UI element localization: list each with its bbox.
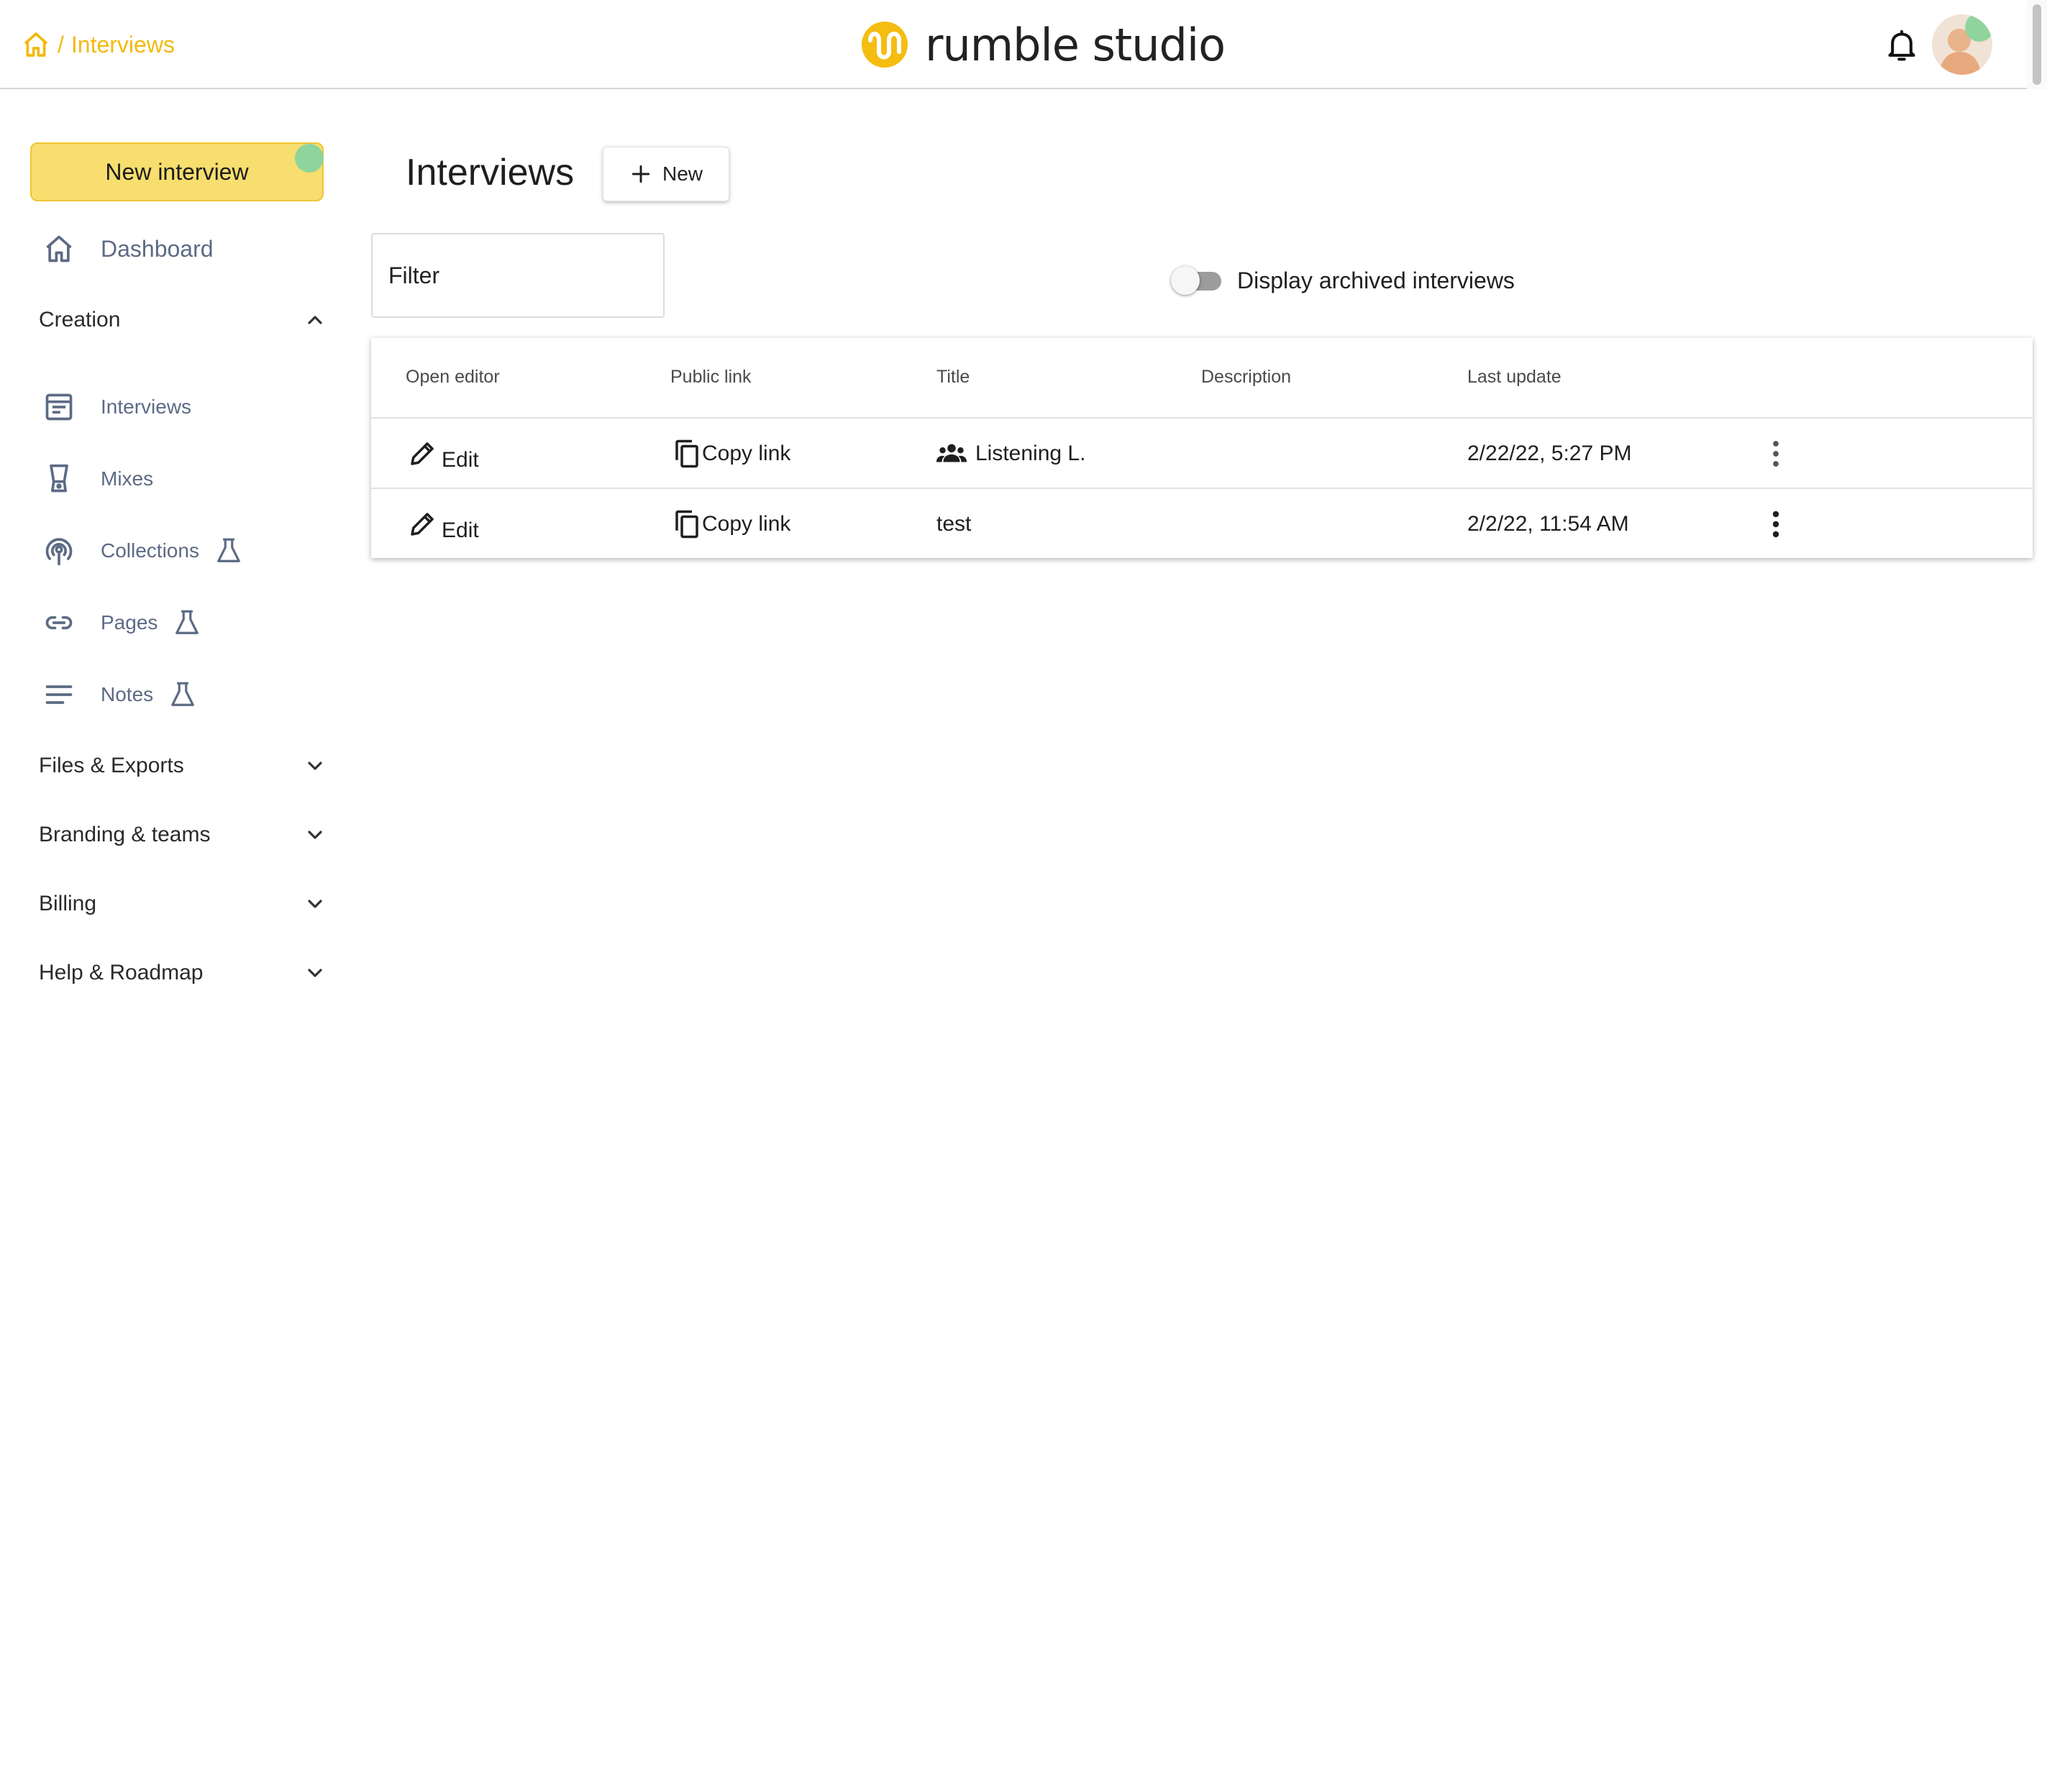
new-interview-button[interactable]: New interview [30, 142, 324, 201]
bell-icon[interactable] [1886, 29, 1918, 63]
more-vertical-icon [1773, 441, 1779, 467]
new-button-label: New [662, 163, 703, 185]
sidebar-item-label: Dashboard [101, 235, 214, 262]
copy-icon [675, 510, 698, 539]
section-label: Files & Exports [39, 754, 184, 777]
sidebar-item-collections[interactable]: Collections [43, 535, 242, 567]
sidebar-item-notes[interactable]: Notes [43, 679, 196, 710]
last-update-cell: 2/22/22, 5:27 PM [1467, 442, 1632, 465]
row-menu-button[interactable] [1761, 489, 1791, 559]
column-header-open-editor: Open editor [406, 367, 500, 387]
archived-toggle[interactable] [1171, 266, 1224, 295]
title-cell: Listening L. [935, 419, 1085, 489]
last-update-cell: 2/2/22, 11:54 AM [1467, 512, 1629, 536]
pencil-icon [411, 513, 434, 536]
copy-link-label: Copy link [702, 442, 791, 465]
breadcrumb: / Interviews [22, 26, 175, 63]
pencil-icon [411, 442, 434, 465]
sidebar-item-label: Mixes [101, 467, 154, 490]
notification-dot [295, 144, 324, 173]
podcast-icon [45, 538, 73, 566]
edit-button[interactable]: Edit [407, 419, 479, 489]
edit-label: Edit [442, 448, 479, 472]
user-avatar[interactable] [1932, 14, 1992, 75]
section-label: Help & Roadmap [39, 961, 204, 984]
breadcrumb-current[interactable]: Interviews [71, 32, 175, 58]
sidebar-item-label: Notes [101, 683, 154, 705]
table-header: Open editor Public link Title Descriptio… [371, 338, 2033, 419]
sidebar: New interview Dashboard Creation Intervi… [0, 91, 338, 1083]
logo-wordmark: rumble studio [925, 18, 1226, 71]
new-interview-label: New interview [105, 158, 249, 185]
chevron-down-icon [308, 831, 322, 839]
article-icon [45, 393, 73, 421]
sidebar-item-pages[interactable]: Pages [43, 607, 201, 639]
rumble-logo-icon [862, 22, 908, 68]
group-icon [936, 444, 967, 462]
sidebar-item-label: Interviews [101, 396, 192, 418]
copy-icon [675, 439, 698, 468]
sidebar-item-label: Collections [101, 539, 199, 562]
sidebar-item-label: Pages [101, 611, 158, 634]
copy-link-button[interactable]: Copy link [672, 419, 790, 489]
chevron-up-icon [308, 316, 322, 324]
toggle-knob [1171, 266, 1200, 295]
link-icon [45, 616, 73, 630]
column-header-last-update[interactable]: Last update [1467, 367, 1562, 388]
scrollbar-thumb[interactable] [2033, 4, 2041, 85]
page-scrollbar[interactable] [2027, 0, 2047, 89]
plus-icon [632, 165, 650, 183]
sidebar-item-mixes[interactable]: Mixes [43, 463, 153, 495]
notes-icon [45, 685, 73, 704]
section-branding-teams[interactable]: Branding & teams [39, 823, 327, 847]
beaker-icon [175, 610, 199, 634]
top-header: / Interviews rumble studio [0, 0, 2027, 89]
edit-label: Edit [442, 518, 479, 542]
section-creation[interactable]: Creation [39, 308, 327, 332]
online-indicator [1965, 14, 1992, 42]
edit-button[interactable]: Edit [407, 489, 479, 559]
sidebar-item-dashboard[interactable]: Dashboard [43, 233, 214, 265]
chevron-down-icon [308, 762, 322, 770]
breadcrumb-separator: / [58, 31, 64, 58]
section-label: Branding & teams [39, 823, 211, 846]
column-header-description: Description [1201, 367, 1292, 387]
logo[interactable]: rumble studio [860, 17, 1226, 72]
archived-toggle-label: Display archived interviews [1237, 267, 1515, 293]
section-label: Creation [39, 308, 121, 332]
beaker-icon [171, 682, 194, 706]
sidebar-item-interviews[interactable]: Interviews [43, 391, 191, 423]
title-text: Listening L. [975, 442, 1086, 465]
home-icon[interactable] [22, 30, 50, 59]
section-label: Billing [39, 892, 97, 915]
column-header-public-link: Public link [670, 367, 752, 387]
chevron-down-icon [308, 900, 322, 908]
section-help-roadmap[interactable]: Help & Roadmap [39, 961, 327, 985]
archived-toggle-row: Display archived interviews [1171, 266, 1515, 295]
section-billing[interactable]: Billing [39, 892, 327, 916]
filter-input[interactable] [371, 233, 665, 318]
column-header-title: Title [936, 367, 970, 387]
table-row: Edit Copy link Listening L. 2/22/22, 5:2… [371, 419, 2033, 489]
table-row: Edit Copy link test 2/2/22, 11:54 AM [371, 489, 2033, 559]
home-icon [46, 235, 72, 262]
title-text: test [936, 512, 972, 536]
new-button[interactable]: New [603, 147, 729, 201]
interviews-table: Open editor Public link Title Descriptio… [371, 338, 2033, 558]
section-files-exports[interactable]: Files & Exports [39, 754, 327, 778]
more-vertical-icon [1772, 511, 1779, 538]
row-menu-button[interactable] [1761, 419, 1791, 489]
page-title: Interviews [406, 152, 575, 193]
copy-link-button[interactable]: Copy link [672, 489, 790, 559]
title-cell: test [936, 489, 971, 559]
blender-icon [50, 464, 68, 493]
copy-link-label: Copy link [702, 512, 791, 536]
beaker-icon [217, 538, 240, 562]
chevron-down-icon [308, 969, 322, 977]
